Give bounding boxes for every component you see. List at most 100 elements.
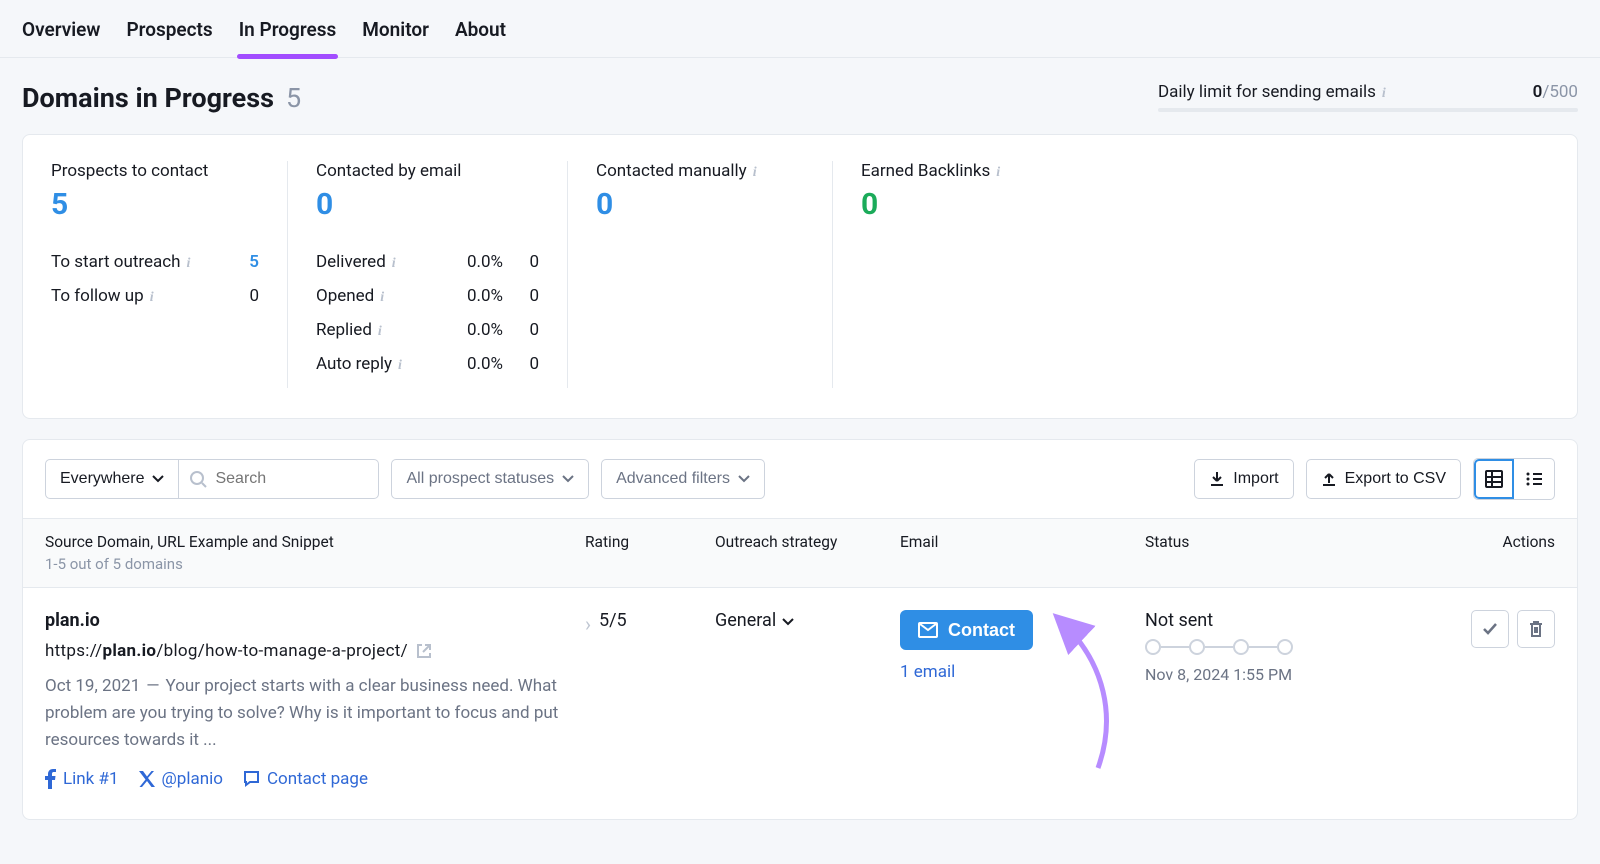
page-count: 5 (286, 82, 301, 114)
row-snippet-date: Oct 19, 2021 (45, 676, 140, 696)
stat-prospects-value[interactable]: 5 (51, 187, 259, 222)
col-strategy-label: Outreach strategy (715, 533, 900, 573)
col-source-label: Source Domain, URL Example and Snippet (45, 533, 585, 551)
status-filter[interactable]: All prospect statuses (391, 459, 589, 499)
stat-opened-label: Opened (316, 286, 374, 306)
stat-manual-value[interactable]: 0 (596, 187, 804, 222)
upload-icon (1321, 471, 1337, 487)
row-link-x[interactable]: @planio (139, 769, 223, 789)
row-url-suffix: /blog/how-to-manage-a-project/ (156, 641, 408, 661)
daily-limit-sent: 0 (1533, 82, 1543, 102)
approve-button[interactable] (1471, 610, 1509, 648)
info-icon[interactable]: i (996, 165, 1010, 179)
advanced-filters[interactable]: Advanced filters (601, 459, 765, 499)
daily-limit-progress (1158, 108, 1578, 112)
table-container: Everywhere All prospect statuses Advance… (22, 439, 1578, 820)
row-link-facebook[interactable]: Link #1 (45, 769, 119, 789)
external-link-icon[interactable] (416, 643, 432, 659)
col-email-label: Email (900, 533, 1145, 573)
stat-replied-pct: 0.0% (443, 320, 503, 340)
stat-email-label: Contacted by email (316, 161, 539, 181)
scope-label: Everywhere (60, 470, 144, 488)
chevron-down-icon (152, 475, 164, 483)
import-button[interactable]: Import (1194, 459, 1293, 499)
status-filter-label: All prospect statuses (406, 470, 554, 488)
info-icon[interactable]: i (187, 256, 201, 270)
info-icon[interactable]: i (150, 290, 164, 304)
contact-button[interactable]: Contact (900, 610, 1033, 650)
col-source-sub: 1-5 out of 5 domains (45, 555, 585, 573)
stat-autoreply-count: 0 (503, 354, 539, 374)
search-icon (189, 470, 207, 488)
col-actions-label: Actions (1355, 533, 1555, 573)
tab-prospects[interactable]: Prospects (126, 14, 212, 57)
info-icon[interactable]: i (753, 165, 767, 179)
advanced-filters-label: Advanced filters (616, 470, 730, 488)
import-label: Import (1233, 470, 1278, 488)
stat-opened-count: 0 (503, 286, 539, 306)
stat-backlinks-label: Earned Backlinks (861, 161, 990, 181)
row-rating[interactable]: 5/5 (599, 610, 627, 631)
row-domain[interactable]: plan.io (45, 610, 585, 631)
stat-email-value[interactable]: 0 (316, 187, 539, 222)
row-strategy[interactable]: General (715, 610, 900, 631)
info-icon[interactable]: i (398, 358, 412, 372)
row-url-bold: plan.io (103, 641, 157, 661)
view-list-button[interactable] (1514, 459, 1554, 499)
row-link1-label: Link #1 (63, 769, 119, 789)
contact-button-label: Contact (948, 620, 1015, 641)
stat-start-outreach-value[interactable]: 5 (223, 252, 259, 272)
row-email-count[interactable]: 1 email (900, 662, 1145, 682)
check-icon (1482, 622, 1498, 636)
row-link-contact-page[interactable]: Contact page (243, 769, 368, 789)
chevron-right-icon[interactable]: › (585, 612, 591, 636)
row-link3-label: Contact page (267, 769, 368, 789)
status-progress (1145, 639, 1355, 655)
col-status-label: Status (1145, 533, 1355, 573)
stat-manual-label: Contacted manually (596, 161, 747, 181)
tab-about[interactable]: About (455, 14, 506, 57)
row-status-label: Not sent (1145, 610, 1355, 631)
tab-overview[interactable]: Overview (22, 14, 100, 57)
page-title: Domains in Progress (22, 82, 274, 114)
row-status-time: Nov 8, 2024 1:55 PM (1145, 665, 1355, 684)
stat-delivered-pct: 0.0% (443, 252, 503, 272)
info-icon[interactable]: i (1382, 86, 1396, 100)
view-toggle (1473, 458, 1555, 500)
scope-selector[interactable]: Everywhere (45, 459, 179, 499)
stat-replied-label: Replied (316, 320, 372, 340)
view-table-button[interactable] (1474, 459, 1514, 499)
nav-tabs: Overview Prospects In Progress Monitor A… (0, 0, 1600, 58)
chevron-down-icon (562, 475, 574, 483)
stats-panel: Prospects to contact 5 To start outreach… (22, 134, 1578, 419)
delete-button[interactable] (1517, 610, 1555, 648)
stat-start-outreach-label: To start outreach (51, 252, 181, 272)
stat-delivered-count: 0 (503, 252, 539, 272)
search-input[interactable] (215, 470, 355, 488)
info-icon[interactable]: i (378, 324, 392, 338)
x-icon (139, 771, 155, 787)
stat-replied-count: 0 (503, 320, 539, 340)
chevron-down-icon (738, 475, 750, 483)
facebook-icon (45, 769, 56, 789)
stat-opened-pct: 0.0% (443, 286, 503, 306)
export-button[interactable]: Export to CSV (1306, 459, 1461, 499)
search-input-wrap[interactable] (179, 459, 379, 499)
row-url-prefix: https:// (45, 641, 103, 661)
tab-in-progress[interactable]: In Progress (239, 14, 337, 57)
info-icon[interactable]: i (392, 256, 406, 270)
trash-icon (1529, 621, 1543, 637)
tab-monitor[interactable]: Monitor (362, 14, 429, 57)
daily-limit-total: 500 (1549, 82, 1578, 102)
chevron-down-icon (782, 618, 794, 626)
daily-limit: Daily limit for sending emails i 0/500 (1158, 82, 1578, 112)
row-url[interactable]: https://plan.io/blog/how-to-manage-a-pro… (45, 641, 585, 661)
row-strategy-label: General (715, 610, 776, 631)
stat-backlinks-value[interactable]: 0 (861, 187, 1549, 222)
stat-delivered-label: Delivered (316, 252, 386, 272)
stat-follow-up-value: 0 (223, 286, 259, 306)
info-icon[interactable]: i (380, 290, 394, 304)
stat-autoreply-label: Auto reply (316, 354, 392, 374)
table-header: Source Domain, URL Example and Snippet 1… (23, 518, 1577, 588)
download-icon (1209, 471, 1225, 487)
